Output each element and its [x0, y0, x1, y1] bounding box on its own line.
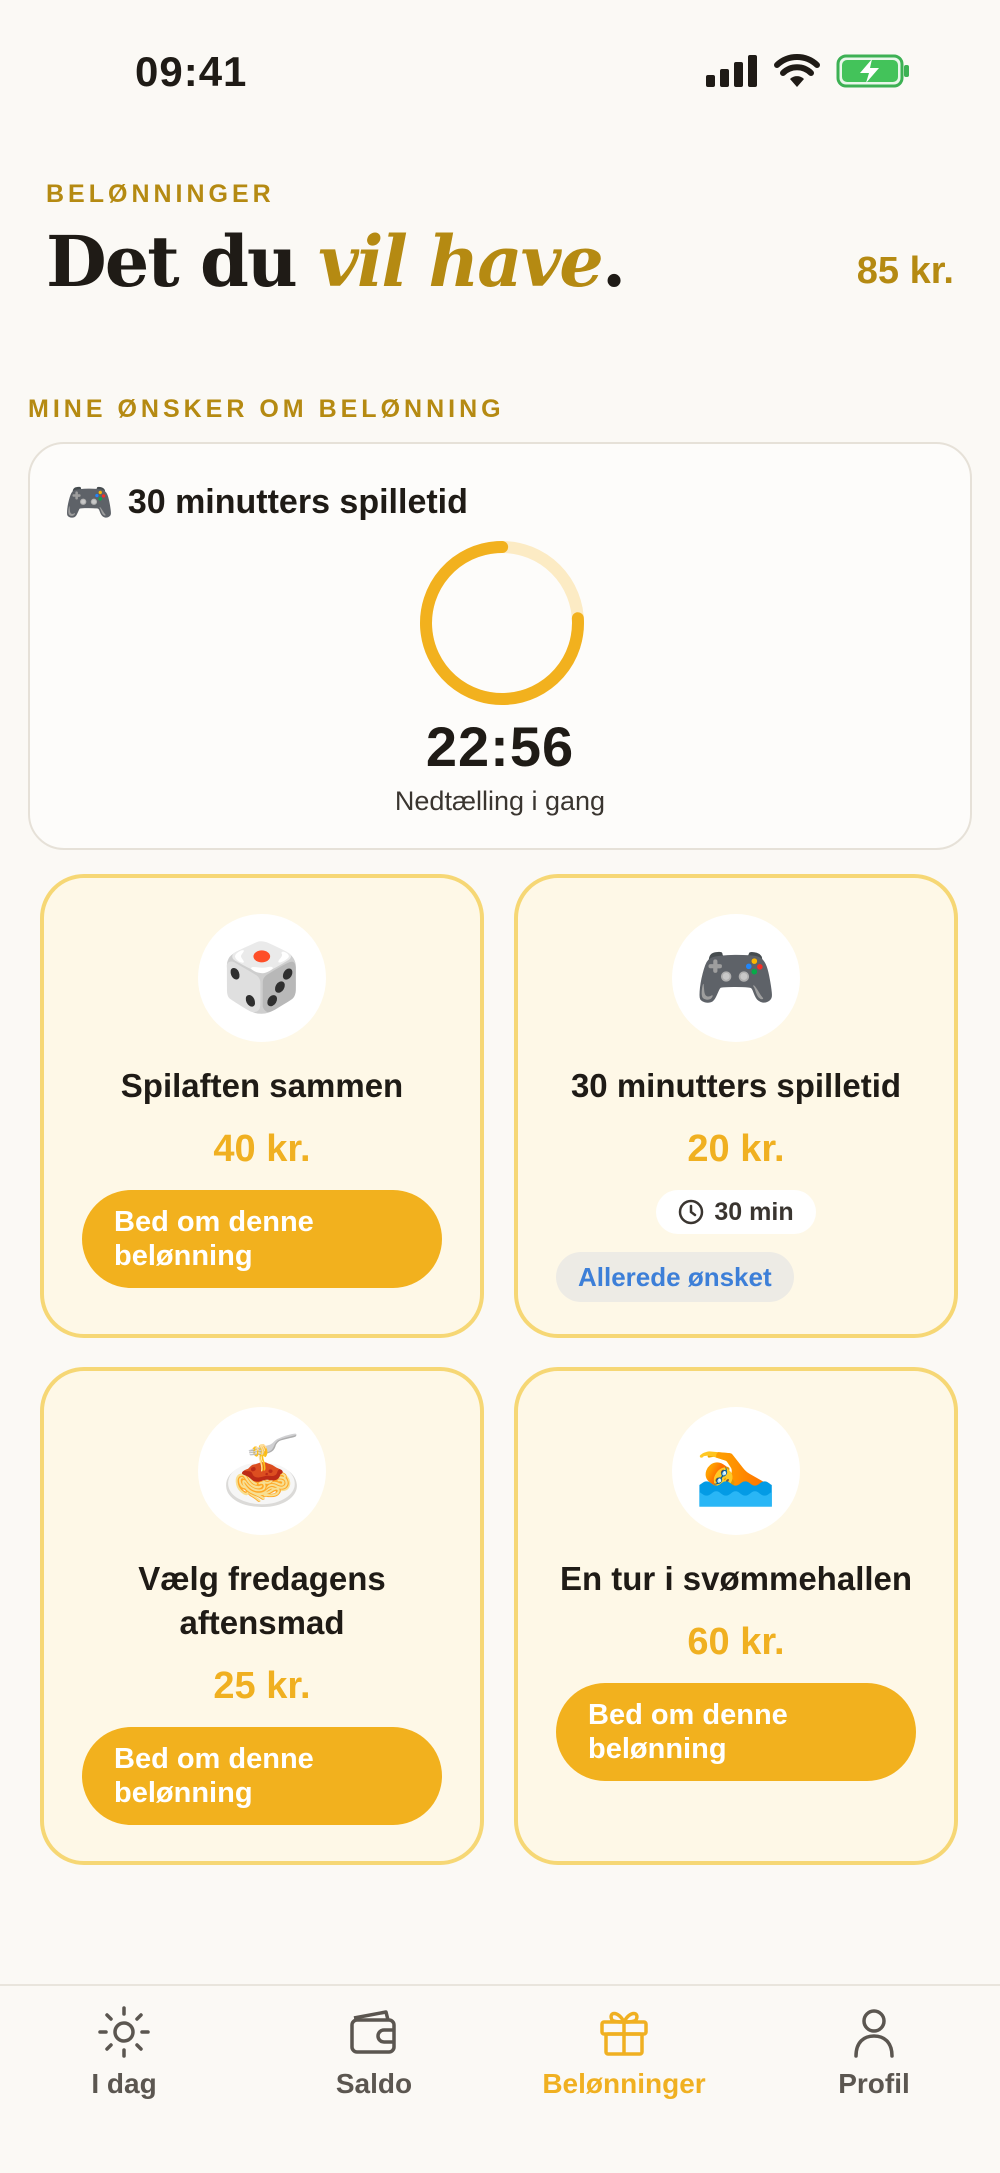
clock-icon: [679, 1199, 704, 1225]
spaghetti-icon: 🍝: [198, 1407, 326, 1535]
wallet-icon: [350, 2010, 396, 2054]
balance-amount: 85 kr.: [856, 250, 954, 292]
status-icons: [706, 54, 910, 88]
reward-name: 30 minutters spilletid: [570, 1067, 902, 1104]
sun-icon: [98, 2006, 150, 2058]
duration-label: 30 min: [714, 1197, 794, 1226]
section-title: MINE ØNSKER OM BELØNNING: [28, 395, 505, 423]
tab-profile[interactable]: Profil: [774, 2004, 974, 2100]
reward-card-game-time: 🎮 30 minutters spilletid 20 kr. 30 min A…: [514, 874, 958, 1338]
title-end: .: [601, 220, 626, 303]
reward-price: 25 kr.: [213, 1665, 311, 1707]
tab-bar: I dag Saldo Belønninger Profil: [0, 1984, 1000, 2173]
tab-label: Saldo: [335, 2068, 413, 2099]
wifi-icon: [774, 54, 820, 87]
tab-today[interactable]: I dag: [24, 2004, 224, 2100]
tab-balance[interactable]: Saldo: [274, 2004, 474, 2100]
countdown-status: Nedtælling i gang: [394, 786, 606, 816]
tab-label: Profil: [838, 2068, 910, 2099]
countdown-card: 🎮 30 minutters spilletid 22:56 Nedtællin…: [28, 442, 972, 850]
already-requested-badge: Allerede ønsket: [556, 1252, 794, 1302]
page-eyebrow: BELØNNINGER: [46, 180, 275, 208]
reward-price: 20 kr.: [687, 1128, 785, 1170]
person-icon: [854, 2009, 894, 2058]
battery-charging-icon: [836, 54, 909, 88]
tab-label: I dag: [91, 2068, 157, 2099]
status-time: 09:41: [135, 48, 248, 95]
gift-icon: [600, 2011, 648, 2056]
countdown-time: 22:56: [425, 715, 575, 778]
reward-price: 40 kr.: [213, 1128, 311, 1170]
countdown-title: 🎮 30 minutters spilletid: [64, 479, 468, 526]
reward-name: En tur i svømmehallen: [559, 1560, 913, 1597]
title-emphasis: vil have: [318, 220, 604, 303]
dice-icon: 🎲: [198, 914, 326, 1042]
reward-price: 60 kr.: [687, 1621, 785, 1663]
tab-label: Belønninger: [542, 2068, 706, 2099]
reward-card-friday-dinner: 🍝 Vælg fredagens aftensmad 25 kr. Bed om…: [40, 1367, 484, 1865]
swimmer-icon: 🏊: [672, 1407, 800, 1535]
reward-card-swimming: 🏊 En tur i svømmehallen 60 kr. Bed om de…: [514, 1367, 958, 1865]
reward-card-game-night: 🎲 Spilaften sammen 40 kr. Bed om denne b…: [40, 874, 484, 1338]
title-start: Det du: [46, 220, 319, 303]
reward-name: Spilaften sammen: [120, 1067, 404, 1104]
status-bar: 09:41: [0, 0, 1000, 140]
signal-icon: [706, 55, 757, 87]
request-reward-button[interactable]: Bed om denne belønning: [556, 1683, 916, 1781]
tab-rewards[interactable]: Belønninger: [524, 2004, 724, 2100]
countdown-ring: [420, 541, 584, 705]
request-reward-button[interactable]: Bed om denne belønning: [82, 1727, 442, 1825]
countdown-title-label: 30 minutters spilletid: [127, 483, 468, 521]
page-title: Det du vil have.: [46, 220, 626, 303]
reward-name: Vælg fredagens aftensmad: [138, 1560, 386, 1641]
duration-chip: 30 min: [656, 1190, 816, 1234]
gamepad-icon: 🎮: [672, 914, 800, 1042]
request-reward-button[interactable]: Bed om denne belønning: [82, 1190, 442, 1288]
gamepad-icon: 🎮: [64, 481, 114, 525]
